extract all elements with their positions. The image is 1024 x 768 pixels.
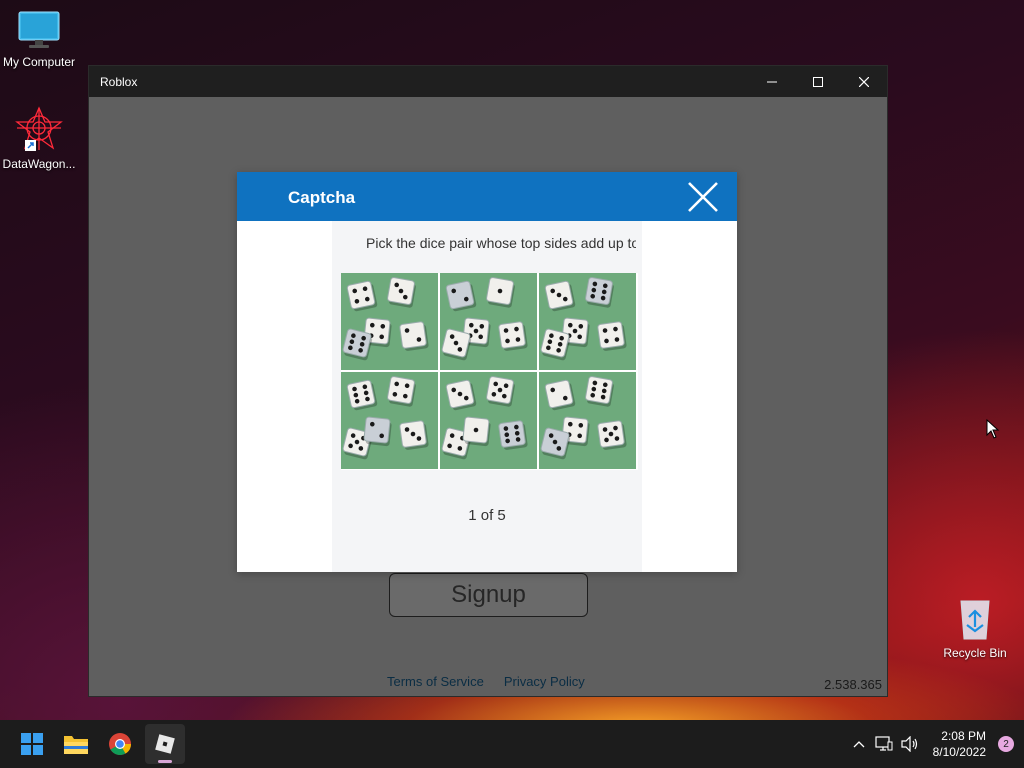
window-titlebar[interactable]: Roblox — [89, 66, 887, 97]
footer-links: Terms of Service Privacy Policy — [387, 674, 585, 689]
signup-button[interactable]: Signup — [389, 573, 588, 617]
window-title: Roblox — [100, 74, 138, 89]
desktop-icon-datawagon[interactable]: DataWagon... — [1, 106, 77, 171]
die-icon — [445, 280, 477, 312]
dice-image — [540, 376, 627, 460]
captcha-prompt: Pick the dice pair whose top sides add u… — [366, 235, 636, 251]
die-icon — [342, 328, 373, 361]
desktop-icon-label: DataWagon... — [2, 157, 76, 171]
clock[interactable]: 2:08 PM 8/10/2022 — [933, 728, 986, 760]
privacy-policy-link[interactable]: Privacy Policy — [504, 674, 585, 689]
close-icon — [859, 76, 869, 87]
die-icon — [346, 379, 378, 411]
windows-start-icon — [21, 733, 43, 755]
maximize-icon — [813, 76, 823, 87]
die-icon — [486, 277, 515, 308]
die-icon — [544, 379, 576, 411]
die-icon — [498, 420, 528, 450]
window-controls — [749, 66, 887, 97]
minimize-icon — [767, 81, 777, 82]
die-icon — [346, 280, 378, 312]
captcha-tile-1[interactable] — [341, 273, 438, 370]
die-icon — [544, 280, 576, 312]
clock-time: 2:08 PM — [941, 729, 986, 743]
captcha-header: Captcha — [237, 172, 737, 221]
dice-image — [342, 277, 429, 361]
volume-button[interactable] — [897, 736, 923, 752]
network-button[interactable] — [871, 736, 897, 752]
tray-overflow-button[interactable] — [847, 740, 871, 748]
close-window-button[interactable] — [841, 66, 887, 97]
dice-image — [540, 277, 627, 361]
captcha-tile-6[interactable] — [539, 372, 636, 469]
die-icon — [399, 420, 429, 450]
die-icon — [585, 376, 614, 407]
die-icon — [498, 321, 528, 351]
dice-image — [342, 376, 429, 460]
die-icon — [585, 277, 614, 308]
captcha-tile-3[interactable] — [539, 273, 636, 370]
system-tray: 2:08 PM 8/10/2022 2 — [847, 720, 1024, 768]
roblox-icon — [155, 734, 175, 754]
taskbar: 2:08 PM 8/10/2022 2 — [0, 720, 1024, 768]
captcha-title: Captcha — [288, 188, 356, 207]
datawagon-app-icon — [15, 106, 63, 151]
start-button[interactable] — [12, 724, 52, 764]
chevron-up-icon — [853, 741, 865, 748]
die-icon — [540, 427, 571, 460]
captcha-challenge: Pick the dice pair whose top sides add u… — [332, 221, 642, 572]
desktop-icon-label: Recycle Bin — [943, 646, 1007, 660]
version-label: 2.538.365 — [824, 677, 882, 692]
captcha-tile-4[interactable] — [341, 372, 438, 469]
taskbar-roblox[interactable] — [145, 724, 185, 764]
die-icon — [363, 416, 392, 447]
desktop-icon-recycle-bin[interactable]: Recycle Bin — [937, 597, 1013, 660]
captcha-tile-5[interactable] — [440, 372, 537, 469]
captcha-close-button[interactable] — [687, 181, 719, 213]
taskbar-file-explorer[interactable] — [56, 724, 96, 764]
mouse-cursor-icon — [986, 419, 1000, 439]
taskbar-chrome[interactable] — [100, 724, 140, 764]
dice-image — [441, 277, 528, 361]
die-icon — [540, 328, 571, 361]
die-icon — [597, 321, 627, 351]
die-icon — [387, 277, 416, 308]
terms-of-service-link[interactable]: Terms of Service — [387, 674, 484, 689]
active-indicator — [158, 760, 172, 763]
captcha-tile-2[interactable] — [440, 273, 537, 370]
network-icon — [875, 736, 893, 751]
die-icon — [445, 379, 477, 411]
chrome-icon — [109, 733, 131, 755]
die-icon — [441, 328, 472, 361]
die-icon — [387, 376, 416, 407]
clock-date: 8/10/2022 — [932, 745, 986, 759]
maximize-button[interactable] — [795, 66, 841, 97]
dice-image — [441, 376, 528, 460]
desktop-icon-my-computer[interactable]: My Computer — [1, 10, 77, 69]
die-icon — [597, 420, 627, 450]
notification-badge[interactable]: 2 — [998, 736, 1014, 752]
volume-icon — [901, 736, 917, 752]
file-explorer-icon — [64, 736, 88, 754]
close-icon — [688, 182, 718, 212]
captcha-image-grid — [341, 273, 638, 470]
captcha-dialog: Captcha Pick the dice pair whose top sid… — [237, 172, 737, 572]
monitor-icon — [18, 11, 60, 48]
die-icon — [462, 416, 491, 447]
minimize-button[interactable] — [749, 66, 795, 97]
desktop-icon-label: My Computer — [2, 55, 76, 69]
captcha-progress: 1 of 5 — [468, 507, 506, 524]
recycle-bin-icon — [960, 600, 990, 640]
die-icon — [399, 321, 429, 351]
die-icon — [486, 376, 515, 407]
